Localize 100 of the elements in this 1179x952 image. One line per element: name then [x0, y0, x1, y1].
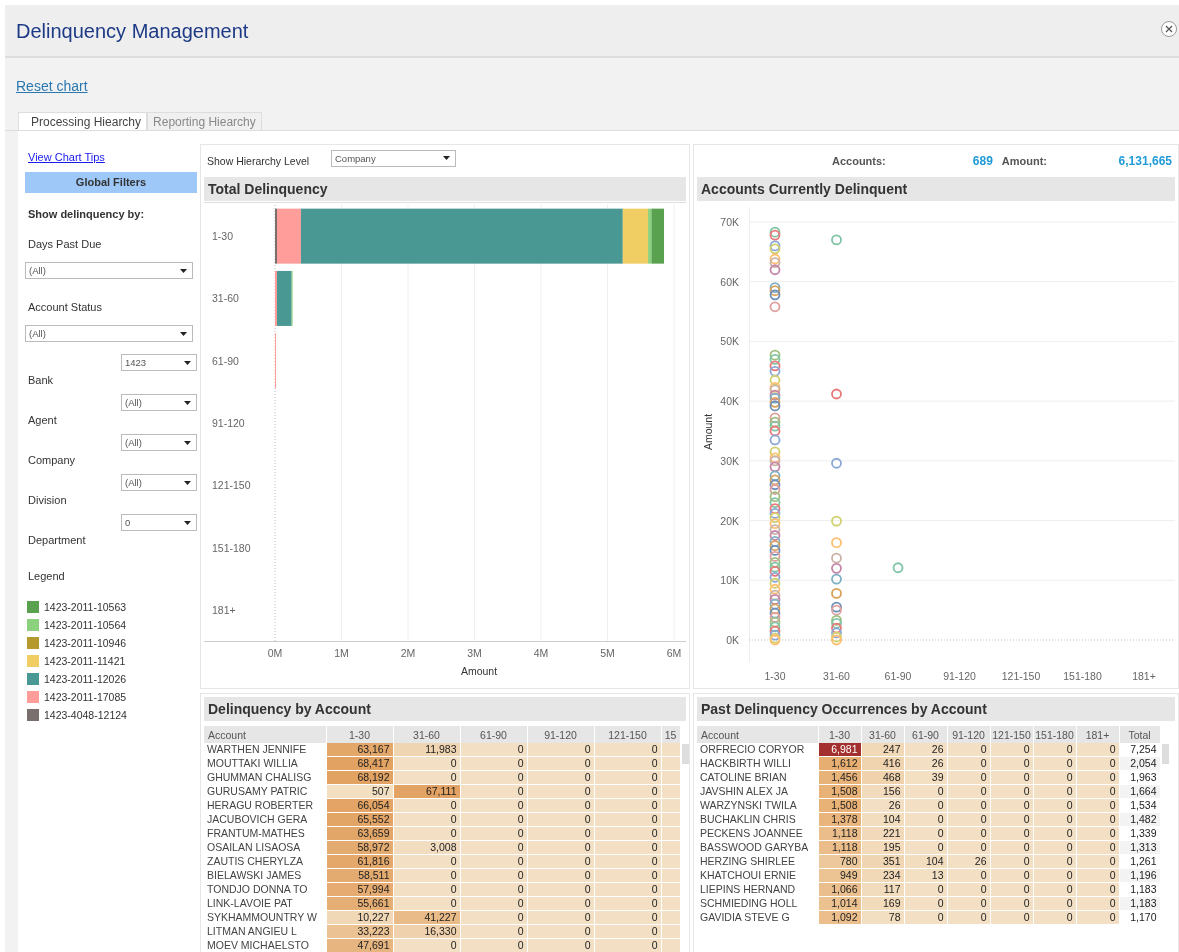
- data-point: [769, 289, 781, 301]
- panel-title: Past Delinquency Occurrences by Account: [697, 697, 1175, 721]
- column-header[interactable]: 1-30: [326, 726, 393, 743]
- data-point: [831, 588, 842, 599]
- dropdown[interactable]: (All): [121, 474, 197, 491]
- data-point: [769, 518, 781, 529]
- axis-title: Amount: [460, 665, 498, 677]
- data-point: [769, 594, 781, 605]
- data-point: [769, 512, 781, 523]
- data-point: [769, 616, 781, 628]
- data-point: [769, 365, 781, 377]
- column-header[interactable]: 151-180: [1033, 726, 1076, 743]
- tab[interactable]: Reporting Hiearchy: [147, 112, 262, 130]
- category-label: 31-60: [823, 670, 850, 682]
- data-point: [769, 524, 781, 535]
- data-point: [769, 607, 781, 619]
- caret-icon: [184, 520, 191, 525]
- table-cell: 26: [904, 743, 947, 757]
- data-point: [769, 416, 781, 428]
- dropdown[interactable]: (All): [121, 394, 197, 411]
- table-cell: 6,981: [818, 743, 861, 757]
- caret-icon: [184, 480, 191, 485]
- dropdown[interactable]: (All): [25, 325, 193, 342]
- column-header[interactable]: 91-120: [527, 726, 594, 743]
- data-point: [769, 374, 781, 386]
- category-label: 1-30: [764, 670, 786, 682]
- column-header[interactable]: 61-90: [904, 726, 947, 743]
- column-header[interactable]: 1-30: [818, 726, 861, 743]
- data-point: [831, 537, 842, 549]
- tab[interactable]: Processing Hiearchy: [18, 112, 148, 130]
- dropdown[interactable]: 0: [121, 514, 197, 531]
- data-point: [769, 621, 781, 633]
- axis-tick-label: 40K: [720, 395, 739, 408]
- scrollbar-thumb[interactable]: [1161, 744, 1169, 764]
- panel-title: Delinquency by Account: [204, 697, 686, 721]
- data-point: [831, 388, 842, 400]
- summary-label: Amount:: [1001, 155, 1048, 167]
- section-label: Show delinquency by:: [28, 208, 146, 220]
- axis-tick-label: 10K: [720, 574, 739, 587]
- close-button[interactable]: [1161, 20, 1177, 37]
- axis-tick-label: 4M: [533, 647, 549, 659]
- data-point: [769, 503, 781, 515]
- column-header[interactable]: 61-90: [460, 726, 527, 743]
- category-label: 1-30: [212, 230, 233, 243]
- axis-tick-label: 0K: [726, 634, 739, 646]
- column-header[interactable]: 91-120: [947, 726, 990, 743]
- legend-label: 1423-2011-10946: [44, 637, 127, 649]
- dropdown[interactable]: (All): [25, 262, 193, 279]
- legend-label: 1423-2011-10564: [44, 619, 127, 631]
- filter-label: Account Status: [28, 301, 103, 313]
- data-point: [769, 545, 781, 556]
- dropdown[interactable]: 1423: [121, 354, 197, 371]
- data-point: [831, 562, 842, 574]
- category-label: 181+: [212, 603, 236, 616]
- table-cell: 0: [460, 743, 527, 757]
- column-header[interactable]: Total: [1119, 726, 1160, 743]
- data-point: [769, 603, 781, 615]
- chart-tips-link[interactable]: View Chart Tips: [28, 151, 197, 163]
- data-point: [769, 301, 781, 313]
- legend-label: 1423-2011-12026: [44, 673, 127, 685]
- scrollbar-thumb[interactable]: [681, 744, 689, 764]
- data-point: [769, 536, 781, 547]
- column-header[interactable]: 121-150: [594, 726, 661, 743]
- column-header[interactable]: Account: [697, 726, 818, 743]
- data-point: [769, 264, 781, 276]
- data-point: [769, 360, 781, 372]
- category-label: 181+: [1132, 670, 1156, 682]
- data-point: [769, 589, 781, 601]
- dropdown[interactable]: (All): [121, 434, 197, 451]
- column-header[interactable]: 31-60: [393, 726, 460, 743]
- filter-label: Department: [28, 534, 86, 546]
- data-point: [769, 434, 781, 446]
- data-point: [831, 515, 842, 527]
- column-header[interactable]: Account: [204, 726, 326, 743]
- table-cell: 247: [861, 743, 904, 757]
- data-point: [769, 412, 781, 424]
- legend-label: 1423-2011-11421: [44, 655, 126, 667]
- axis-tick-label: 70K: [720, 216, 739, 228]
- column-header[interactable]: 181+: [1076, 726, 1119, 743]
- filter-label: Division: [28, 494, 67, 506]
- panel-title: Total Delinquency: [204, 177, 686, 201]
- data-point: [769, 598, 781, 610]
- category-label: 121-150: [1001, 670, 1041, 682]
- category-label: 91-120: [943, 670, 976, 682]
- data-point: [831, 622, 842, 634]
- reset-chart-link[interactable]: Reset chart: [16, 78, 88, 94]
- hierarchy-label: Show Hierarchy Level: [207, 155, 311, 167]
- axis-tick-label: 5M: [600, 647, 615, 659]
- dropdown[interactable]: Company: [331, 149, 456, 167]
- data-point: [831, 627, 842, 639]
- axis-tick-label: 1M: [334, 647, 349, 659]
- caret-icon: [180, 268, 187, 273]
- data-point: [769, 474, 781, 486]
- column-header[interactable]: 31-60: [861, 726, 904, 743]
- column-header[interactable]: 121-150: [990, 726, 1033, 743]
- filter-label: Bank: [28, 374, 54, 386]
- axis-tick-label: 30K: [720, 454, 739, 467]
- data-point: [769, 611, 781, 623]
- table-cell: 11,983: [393, 743, 460, 757]
- filter-label: Days Past Due: [28, 238, 103, 250]
